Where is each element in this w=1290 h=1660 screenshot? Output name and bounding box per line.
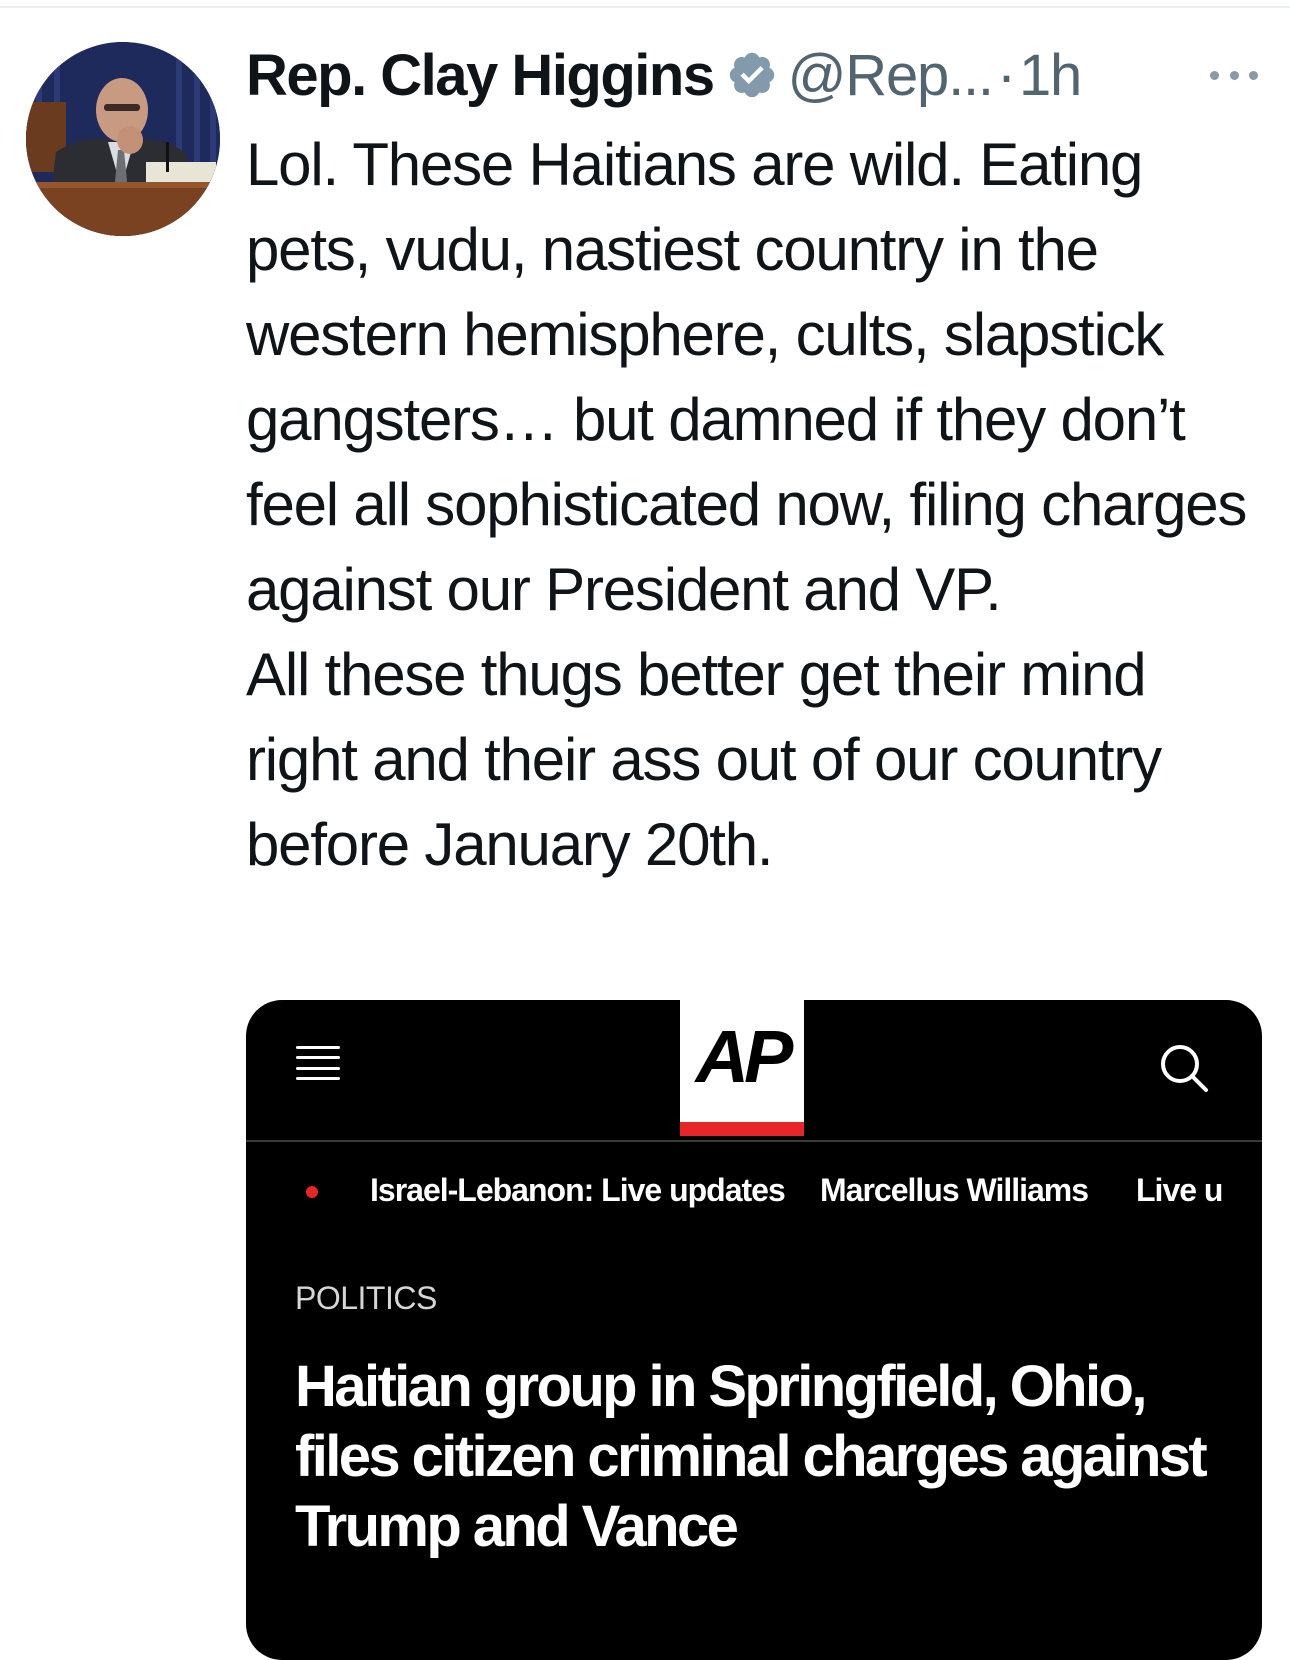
author-handle[interactable]: @Rep... xyxy=(788,42,994,109)
ellipsis-icon[interactable] xyxy=(1210,60,1258,90)
ticker-item: Live u xyxy=(1136,1172,1223,1208)
display-name[interactable]: Rep. Clay Higgins xyxy=(246,42,715,109)
hamburger-menu-icon xyxy=(296,1046,340,1080)
ap-logo-red-bar xyxy=(680,1122,804,1136)
ap-logo: AP xyxy=(680,1000,804,1136)
ticker-bar: Israel-Lebanon: Live updates Marcellus W… xyxy=(246,1166,1262,1216)
timestamp[interactable]: 1h xyxy=(1019,42,1082,109)
ticker-item: Israel-Lebanon: Live updates xyxy=(370,1172,786,1208)
live-dot-icon xyxy=(306,1186,318,1198)
top-divider xyxy=(0,6,1290,8)
profile-photo xyxy=(26,42,220,236)
article-headline: Haitian group in Springfield, Ohio, file… xyxy=(295,1354,1208,1559)
ap-logo-text: AP xyxy=(695,1015,794,1098)
tweet-header: Rep. Clay Higgins @Rep... · 1h xyxy=(246,40,1276,110)
nav-divider xyxy=(246,1140,1262,1142)
verified-badge-icon xyxy=(726,49,778,101)
search-icon xyxy=(1156,1040,1212,1096)
link-card[interactable]: AP Israel-Lebanon: Live updates Marcellu… xyxy=(246,1000,1262,1660)
avatar[interactable] xyxy=(26,42,220,236)
separator-dot: · xyxy=(996,42,1016,108)
tweet-text: Lol. These Haitians are wild. Eating pet… xyxy=(246,131,1247,878)
ticker-item: Marcellus Williams xyxy=(820,1172,1089,1208)
section-label: POLITICS xyxy=(295,1280,437,1316)
ticker-fade xyxy=(1222,1166,1262,1216)
